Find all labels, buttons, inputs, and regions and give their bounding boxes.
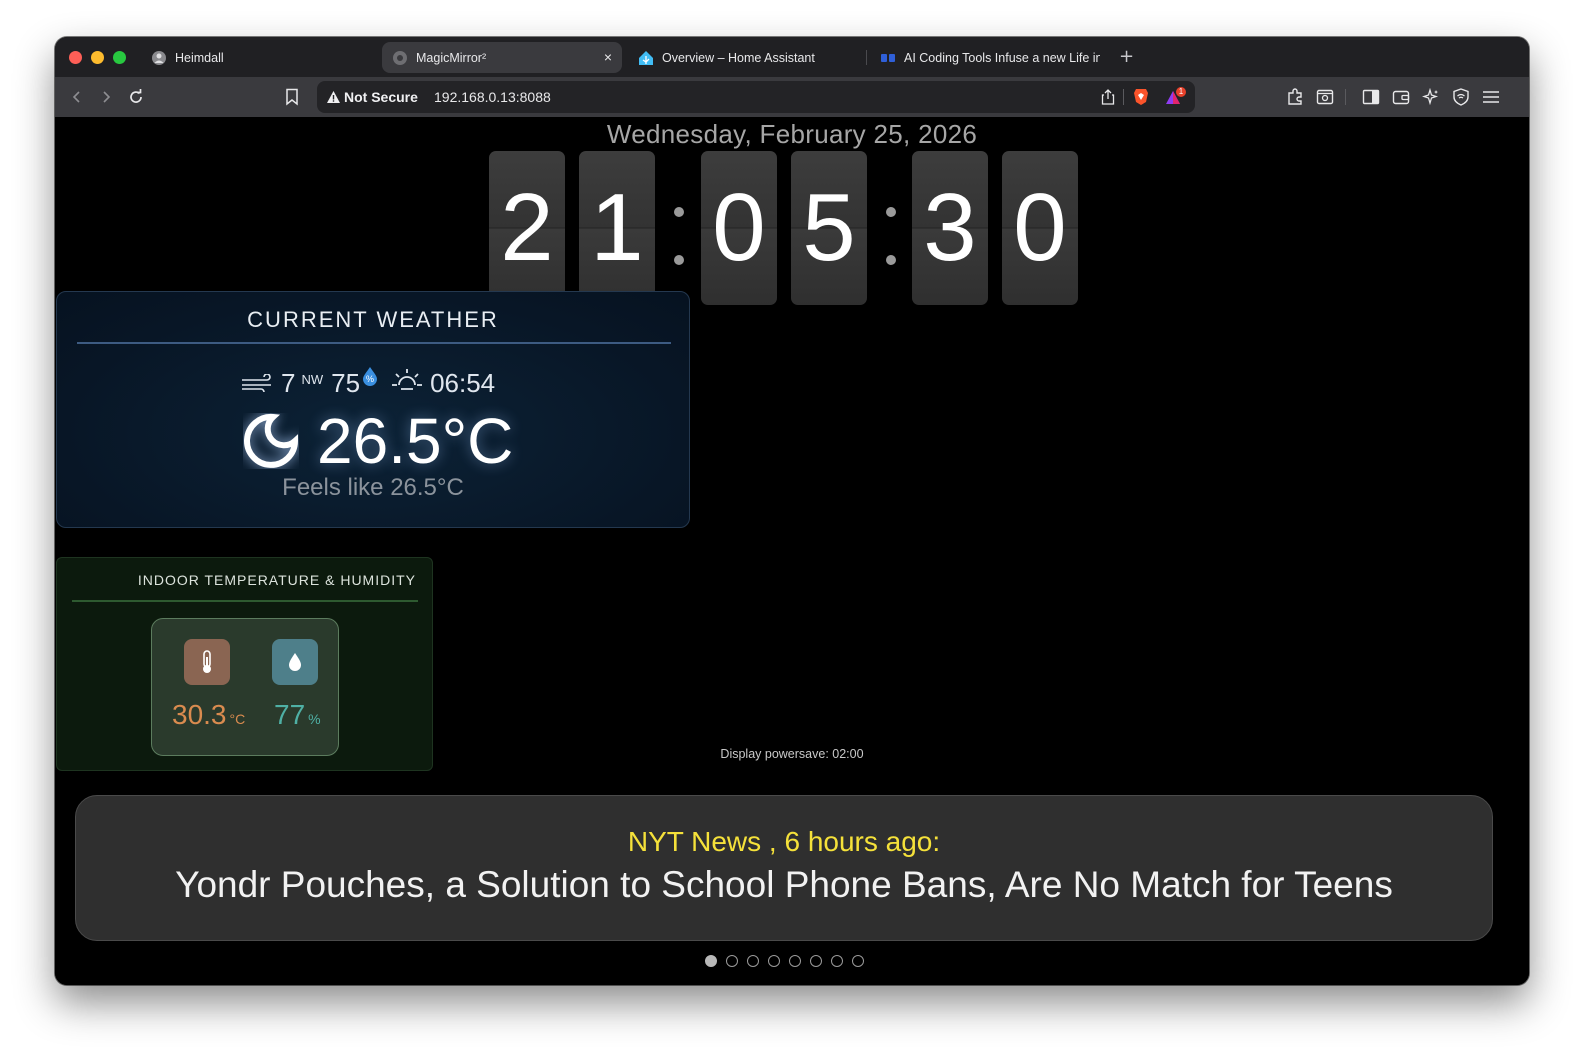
extensions-icon[interactable] bbox=[1285, 87, 1305, 107]
water-drop-icon bbox=[272, 639, 318, 685]
weather-divider bbox=[77, 342, 671, 344]
clock-digit: 2 bbox=[489, 151, 565, 305]
address-bar[interactable]: Not Secure 192.168.0.13:8088 1 bbox=[317, 81, 1195, 113]
clock-digit: 0 bbox=[1002, 151, 1078, 305]
indoor-temperature: 30.3 °C bbox=[172, 699, 245, 731]
sidebar-icon[interactable] bbox=[1361, 87, 1381, 107]
tab-strip: Heimdall MagicMirror² × Overview – Home … bbox=[55, 37, 1529, 77]
page-viewport: Wednesday, February 25, 2026 2 1 0 5 3 0… bbox=[55, 117, 1529, 985]
tab-heimdall[interactable]: Heimdall bbox=[141, 42, 371, 73]
clock-digit: 1 bbox=[579, 151, 655, 305]
clock-digit: 3 bbox=[912, 151, 988, 305]
tab-home-assistant[interactable]: Overview – Home Assistant bbox=[628, 42, 858, 73]
heimdall-icon bbox=[151, 50, 167, 66]
tab-ai-coding[interactable]: AI Coding Tools Infuse a new Life in bbox=[870, 42, 1100, 73]
weather-temperature-row: 26.5°C bbox=[243, 404, 513, 478]
forward-icon[interactable] bbox=[96, 87, 116, 107]
toolbar: Not Secure 192.168.0.13:8088 1 bbox=[55, 77, 1529, 117]
tab-magicmirror[interactable]: MagicMirror² × bbox=[382, 42, 622, 73]
indoor-humidity: 77% bbox=[274, 699, 321, 731]
pagination-dot[interactable] bbox=[789, 955, 801, 967]
back-icon[interactable] bbox=[67, 87, 87, 107]
humidity-icon: % bbox=[362, 362, 378, 393]
weather-title: CURRENT WEATHER bbox=[247, 307, 499, 332]
pagination-dot[interactable] bbox=[768, 955, 780, 967]
tab-label: Heimdall bbox=[175, 50, 224, 65]
maximize-window-button[interactable] bbox=[113, 51, 126, 64]
powersave-status: Display powersave: 02:00 bbox=[720, 747, 864, 761]
reader-search-icon[interactable] bbox=[1315, 87, 1335, 107]
close-tab-button[interactable]: × bbox=[604, 49, 612, 65]
sunrise-time: 06:54 bbox=[430, 368, 496, 398]
menu-icon[interactable] bbox=[1481, 87, 1501, 107]
wind-speed: 7 bbox=[281, 368, 296, 398]
warning-icon bbox=[326, 90, 341, 107]
wind-direction: NW bbox=[301, 372, 324, 387]
news-source: NYT News , 6 hours ago: bbox=[627, 826, 941, 857]
night-crescent-icon bbox=[243, 413, 299, 469]
humidity-value: 75 bbox=[331, 368, 361, 398]
indoor-divider bbox=[72, 600, 418, 602]
feels-like: Feels like 26.5°C bbox=[282, 474, 464, 501]
news-site-icon bbox=[880, 50, 896, 66]
pagination-dot[interactable] bbox=[810, 955, 822, 967]
news-headline[interactable]: Yondr Pouches, a Solution to School Phon… bbox=[76, 864, 1492, 906]
indoor-humidity-value: 77 bbox=[274, 699, 306, 730]
pagination-dot[interactable] bbox=[726, 955, 738, 967]
indoor-temperature-unit: °C bbox=[229, 711, 246, 727]
divider bbox=[1123, 89, 1124, 105]
wallet-icon[interactable] bbox=[1391, 87, 1411, 107]
clock-colon bbox=[672, 151, 686, 305]
pagination-dot[interactable] bbox=[747, 955, 759, 967]
clock-digit: 5 bbox=[791, 151, 867, 305]
indoor-panel: INDOOR TEMPERATURE & HUMIDITY 30.3 °C 77% bbox=[56, 557, 433, 771]
url-text[interactable]: 192.168.0.13:8088 bbox=[434, 89, 551, 105]
wind-icon bbox=[241, 368, 275, 399]
leo-ai-icon[interactable] bbox=[1421, 87, 1441, 107]
brave-shields-icon[interactable] bbox=[1133, 88, 1149, 109]
clock-digit: 0 bbox=[701, 151, 777, 305]
vpn-shield-icon[interactable] bbox=[1451, 87, 1471, 107]
svg-text:%: % bbox=[366, 374, 374, 384]
indoor-temperature-value: 30.3 bbox=[172, 699, 227, 730]
pagination-dot[interactable] bbox=[852, 955, 864, 967]
divider bbox=[1345, 89, 1346, 105]
tab-divider bbox=[866, 50, 867, 65]
pagination-dot[interactable] bbox=[705, 955, 717, 967]
news-pagination bbox=[705, 955, 864, 967]
current-weather-panel: CURRENT WEATHER 7 NW 75 % 06:54 26.5°C F… bbox=[56, 291, 690, 528]
weather-details-row: 7 NW 75 % 06:54 bbox=[241, 362, 495, 405]
globe-icon bbox=[392, 50, 408, 66]
bookmark-icon[interactable] bbox=[282, 87, 302, 107]
brave-rewards-icon[interactable]: 1 bbox=[1165, 87, 1187, 110]
tab-label: Overview – Home Assistant bbox=[662, 50, 815, 65]
new-tab-button[interactable]: + bbox=[1119, 46, 1134, 67]
home-assistant-icon bbox=[638, 50, 654, 66]
share-icon[interactable] bbox=[1101, 89, 1115, 108]
sunrise-icon bbox=[390, 367, 424, 400]
clock-date: Wednesday, February 25, 2026 bbox=[606, 119, 978, 149]
news-feed-panel[interactable]: NYT News , 6 hours ago: Yondr Pouches, a… bbox=[75, 795, 1493, 941]
security-label[interactable]: Not Secure bbox=[344, 89, 418, 105]
tab-label: AI Coding Tools Infuse a new Life in bbox=[904, 50, 1100, 65]
tab-label: MagicMirror² bbox=[416, 50, 487, 65]
minimize-window-button[interactable] bbox=[91, 51, 104, 64]
browser-window: Heimdall MagicMirror² × Overview – Home … bbox=[55, 37, 1529, 985]
sensor-card: 30.3 °C 77% bbox=[151, 618, 339, 756]
thermometer-icon bbox=[184, 639, 230, 685]
clock-colon bbox=[884, 151, 898, 305]
indoor-humidity-unit: % bbox=[308, 711, 321, 727]
indoor-title: INDOOR TEMPERATURE & HUMIDITY bbox=[137, 572, 416, 588]
notification-badge: 1 bbox=[1178, 87, 1184, 96]
pagination-dot[interactable] bbox=[831, 955, 843, 967]
reload-icon[interactable] bbox=[126, 87, 146, 107]
close-window-button[interactable] bbox=[69, 51, 82, 64]
temperature-value: 26.5°C bbox=[317, 405, 514, 477]
